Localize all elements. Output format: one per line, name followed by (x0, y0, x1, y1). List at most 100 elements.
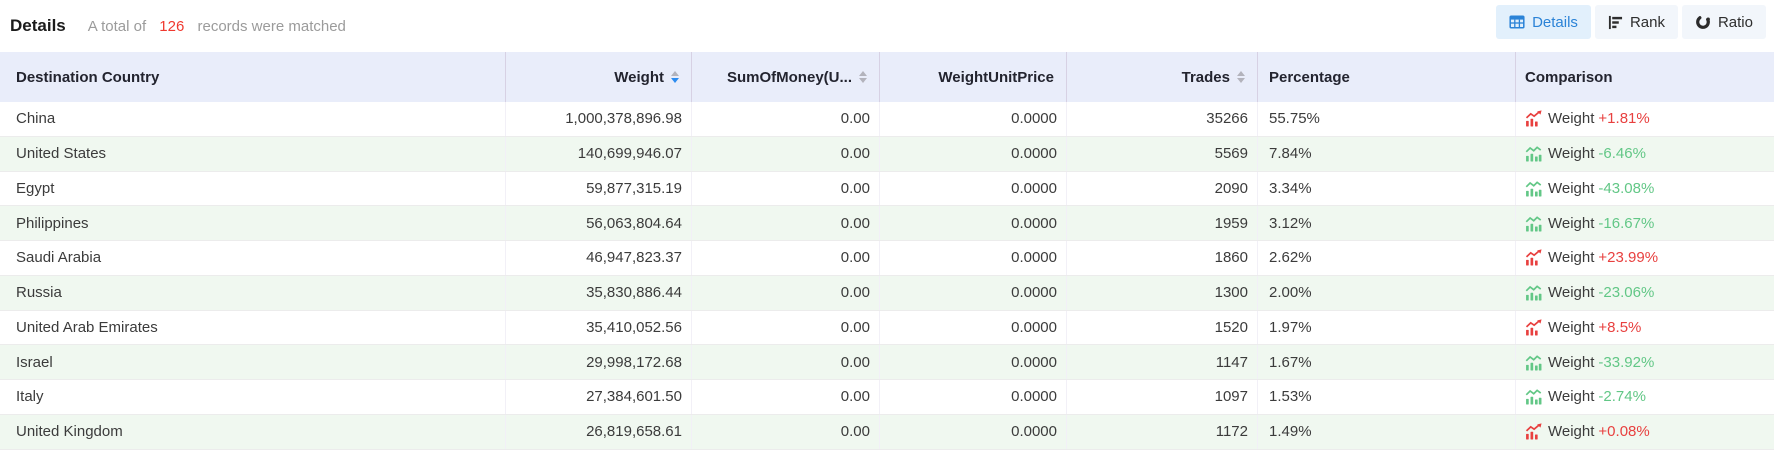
table-row: Philippines 56,063,804.64 0.00 0.0000 19… (0, 206, 1774, 241)
trend-down-chart-icon (1525, 354, 1542, 371)
trend-down-chart-icon (1525, 145, 1542, 162)
cell-percentage: 1.67% (1258, 345, 1516, 379)
cell-weight: 29,998,172.68 (506, 345, 692, 379)
cell-weight-unit-price: 0.0000 (880, 102, 1067, 136)
comparison-metric-label: Weight (1548, 145, 1594, 162)
trend-down-chart-icon (1525, 180, 1542, 197)
comparison-value: -16.67% (1598, 215, 1654, 232)
table-body: China 1,000,378,896.98 0.00 0.0000 35266… (0, 102, 1774, 450)
sort-icon-weight[interactable] (671, 71, 679, 83)
column-header-destination-country: Destination Country (0, 52, 506, 102)
cell-trades: 1300 (1067, 276, 1258, 310)
column-header-percentage: Percentage (1258, 52, 1516, 102)
comparison-value: +8.5% (1598, 319, 1641, 336)
page-title: Details (10, 16, 66, 36)
cell-destination-country: Saudi Arabia (0, 241, 506, 275)
comparison-value: +1.81% (1598, 110, 1649, 127)
cell-comparison: Weight +0.08% (1516, 415, 1774, 449)
cell-percentage: 2.62% (1258, 241, 1516, 275)
column-header-weight-unit-price: WeightUnitPrice (880, 52, 1067, 102)
cell-trades: 1097 (1067, 380, 1258, 414)
trend-up-chart-icon (1525, 423, 1542, 440)
summary-prefix: A total of (88, 18, 146, 35)
cell-percentage: 1.53% (1258, 380, 1516, 414)
cell-trades: 5569 (1067, 137, 1258, 171)
cell-percentage: 3.34% (1258, 172, 1516, 206)
trend-up-chart-icon (1525, 110, 1542, 127)
cell-weight-unit-price: 0.0000 (880, 276, 1067, 310)
cell-comparison: Weight -23.06% (1516, 276, 1774, 310)
view-switcher: Details Rank Ratio (1496, 5, 1766, 39)
ratio-view-button[interactable]: Ratio (1682, 5, 1766, 39)
cell-weight: 26,819,658.61 (506, 415, 692, 449)
rank-view-button[interactable]: Rank (1595, 5, 1678, 39)
comparison-metric-label: Weight (1548, 110, 1594, 127)
cell-percentage: 55.75% (1258, 102, 1516, 136)
cell-percentage: 7.84% (1258, 137, 1516, 171)
cell-sum-of-money: 0.00 (692, 380, 880, 414)
comparison-value: -6.46% (1598, 145, 1646, 162)
cell-sum-of-money: 0.00 (692, 345, 880, 379)
cell-destination-country: Philippines (0, 206, 506, 240)
summary-suffix: records were matched (198, 18, 346, 35)
sort-icon-sum-of-money[interactable] (859, 71, 867, 83)
table-grid-icon (1509, 14, 1525, 30)
table-row: China 1,000,378,896.98 0.00 0.0000 35266… (0, 102, 1774, 137)
cell-destination-country: United Kingdom (0, 415, 506, 449)
rank-view-label: Rank (1630, 14, 1665, 31)
details-view-label: Details (1532, 14, 1578, 31)
comparison-value: +23.99% (1598, 249, 1658, 266)
rank-bars-icon (1608, 15, 1623, 30)
cell-percentage: 2.00% (1258, 276, 1516, 310)
comparison-metric-label: Weight (1548, 249, 1594, 266)
comparison-metric-label: Weight (1548, 423, 1594, 440)
cell-comparison: Weight -16.67% (1516, 206, 1774, 240)
cell-weight-unit-price: 0.0000 (880, 206, 1067, 240)
sort-icon-trades[interactable] (1237, 71, 1245, 83)
comparison-value: +0.08% (1598, 423, 1649, 440)
column-header-weight[interactable]: Weight (506, 52, 692, 102)
cell-weight-unit-price: 0.0000 (880, 380, 1067, 414)
cell-destination-country: China (0, 102, 506, 136)
cell-weight: 27,384,601.50 (506, 380, 692, 414)
details-view-button[interactable]: Details (1496, 5, 1591, 39)
trend-up-chart-icon (1525, 249, 1542, 266)
cell-weight-unit-price: 0.0000 (880, 311, 1067, 345)
cell-destination-country: Israel (0, 345, 506, 379)
cell-destination-country: Egypt (0, 172, 506, 206)
table-row: Saudi Arabia 46,947,823.37 0.00 0.0000 1… (0, 241, 1774, 276)
details-table: Destination Country Weight SumOfMoney(U.… (0, 52, 1774, 450)
cell-trades: 1860 (1067, 241, 1258, 275)
cell-comparison: Weight +8.5% (1516, 311, 1774, 345)
comparison-metric-label: Weight (1548, 284, 1594, 301)
table-row: Russia 35,830,886.44 0.00 0.0000 1300 2.… (0, 276, 1774, 311)
cell-destination-country: Italy (0, 380, 506, 414)
comparison-metric-label: Weight (1548, 180, 1594, 197)
cell-sum-of-money: 0.00 (692, 311, 880, 345)
cell-weight-unit-price: 0.0000 (880, 345, 1067, 379)
cell-weight: 1,000,378,896.98 (506, 102, 692, 136)
column-header-sum-of-money[interactable]: SumOfMoney(U... (692, 52, 880, 102)
ratio-view-label: Ratio (1718, 14, 1753, 31)
cell-trades: 1172 (1067, 415, 1258, 449)
cell-trades: 2090 (1067, 172, 1258, 206)
column-header-trades[interactable]: Trades (1067, 52, 1258, 102)
comparison-value: -23.06% (1598, 284, 1654, 301)
cell-percentage: 3.12% (1258, 206, 1516, 240)
cell-comparison: Weight -6.46% (1516, 137, 1774, 171)
comparison-value: -43.08% (1598, 180, 1654, 197)
cell-comparison: Weight -33.92% (1516, 345, 1774, 379)
cell-sum-of-money: 0.00 (692, 415, 880, 449)
trend-up-chart-icon (1525, 319, 1542, 336)
cell-weight: 59,877,315.19 (506, 172, 692, 206)
cell-weight: 140,699,946.07 (506, 137, 692, 171)
comparison-metric-label: Weight (1548, 388, 1594, 405)
cell-weight: 35,410,052.56 (506, 311, 692, 345)
trend-down-chart-icon (1525, 388, 1542, 405)
cell-trades: 35266 (1067, 102, 1258, 136)
cell-trades: 1147 (1067, 345, 1258, 379)
cell-destination-country: Russia (0, 276, 506, 310)
cell-comparison: Weight -2.74% (1516, 380, 1774, 414)
cell-weight: 46,947,823.37 (506, 241, 692, 275)
table-row: United Arab Emirates 35,410,052.56 0.00 … (0, 311, 1774, 346)
